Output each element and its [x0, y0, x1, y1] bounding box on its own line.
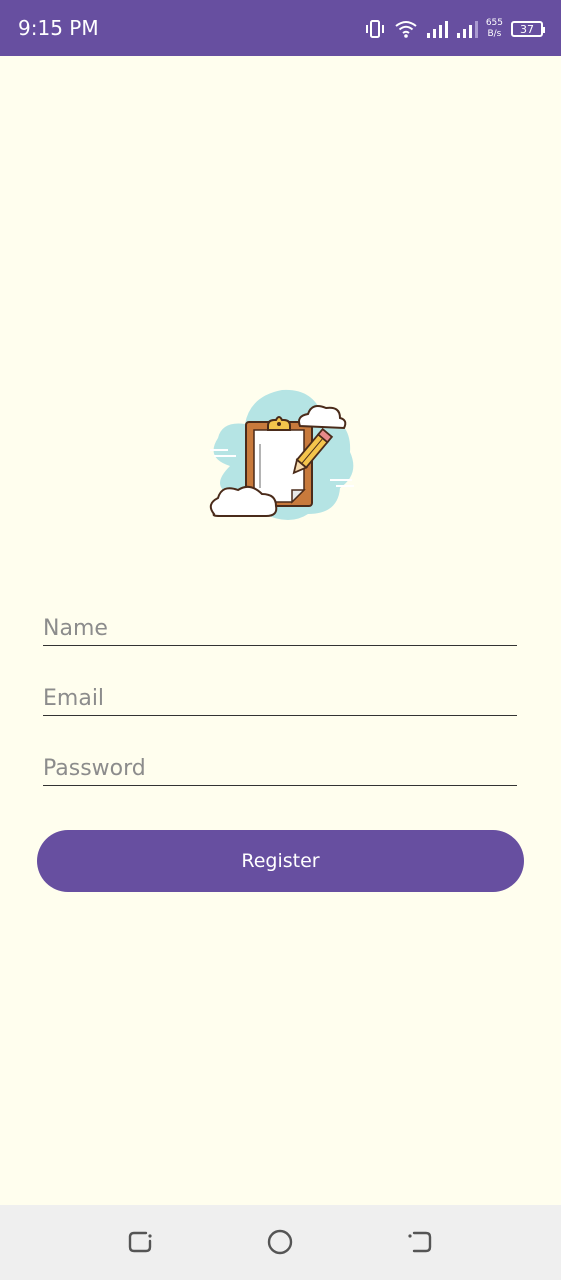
network-speed-value: 655: [485, 18, 503, 28]
vibrate-icon: [364, 19, 386, 39]
name-field[interactable]: [43, 601, 517, 646]
navigation-bar: [0, 1205, 561, 1280]
home-icon[interactable]: [265, 1227, 295, 1257]
back-icon[interactable]: [125, 1227, 155, 1257]
email-field[interactable]: [43, 671, 517, 716]
battery-icon: 37: [511, 21, 545, 37]
name-input[interactable]: [43, 616, 517, 641]
signal-icon: [426, 19, 448, 39]
email-input[interactable]: [43, 686, 517, 711]
clipboard-pencil-clouds-icon: [200, 386, 362, 526]
signal-icon: [456, 19, 478, 39]
register-button[interactable]: Register: [37, 830, 524, 892]
battery-level: 37: [520, 22, 534, 36]
network-speed-unit: B/s: [487, 29, 502, 39]
password-field[interactable]: [43, 741, 517, 786]
status-icons: 655 B/s 37: [364, 14, 545, 44]
wifi-icon: [394, 19, 418, 39]
password-input[interactable]: [43, 756, 517, 781]
status-bar: 9:15 PM 655 B/s 37: [0, 0, 561, 56]
network-speed: 655 B/s: [486, 18, 503, 40]
register-button-label: Register: [241, 850, 320, 872]
recent-apps-icon[interactable]: [405, 1227, 435, 1257]
status-time: 9:15 PM: [18, 16, 99, 40]
